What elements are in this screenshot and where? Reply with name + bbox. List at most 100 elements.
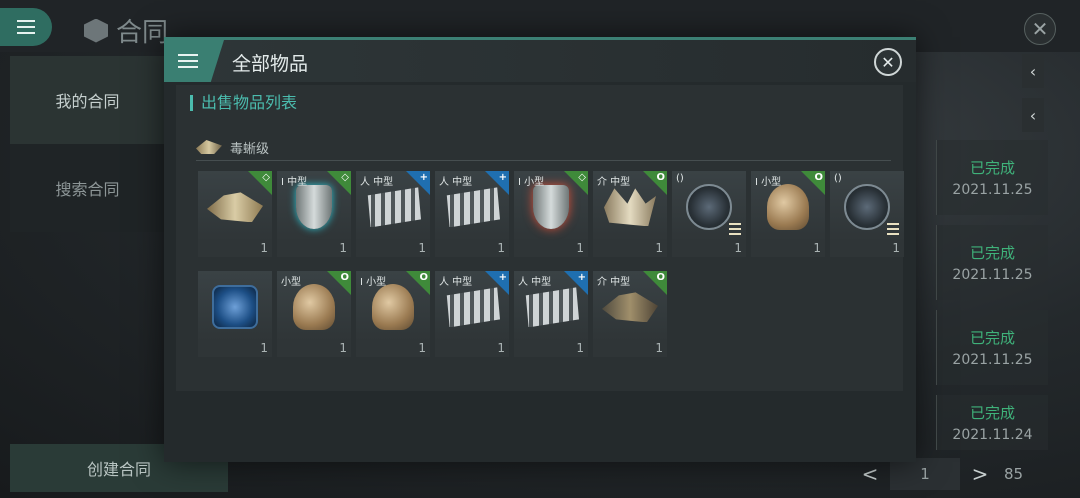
item-tile: 人 中型 + bbox=[435, 271, 509, 341]
item-size-tag: I 小型 bbox=[755, 177, 782, 188]
badge-symbol: O bbox=[656, 272, 665, 283]
item-slot[interactable]: 人 中型 +1 bbox=[356, 171, 430, 259]
next-page-button[interactable]: > bbox=[960, 462, 1000, 486]
dialog-menu-tab[interactable] bbox=[164, 40, 224, 82]
contract-status-4: 已完成 2021.11.24 bbox=[936, 395, 1048, 450]
badge-symbol: + bbox=[577, 272, 586, 283]
badge-symbol: + bbox=[498, 172, 507, 183]
item-quantity: 1 bbox=[198, 241, 272, 257]
badge-symbol: O bbox=[419, 272, 428, 283]
collapse-chevron-1[interactable]: ‹ bbox=[1022, 54, 1044, 88]
contract-status-1: 已完成 2021.11.25 bbox=[936, 140, 1048, 215]
dialog-title: 全部物品 bbox=[232, 53, 309, 75]
page-title: 合同 bbox=[84, 12, 168, 49]
item-size-tag: I 小型 bbox=[518, 177, 545, 188]
sidebar-item-search-contracts[interactable]: 搜索合同 bbox=[10, 144, 165, 232]
item-slot[interactable]: 人 中型 +1 bbox=[435, 271, 509, 359]
main-menu-button[interactable] bbox=[0, 8, 52, 46]
item-size-tag: I 中型 bbox=[281, 177, 308, 188]
item-tile: () bbox=[672, 171, 746, 241]
page-number-field[interactable]: 1 bbox=[890, 458, 960, 490]
ship-item-icon bbox=[207, 192, 263, 223]
item-quantity: 1 bbox=[356, 241, 430, 257]
drone-item-icon bbox=[844, 184, 890, 231]
sidebar-item-my-contracts[interactable]: 我的合同 bbox=[10, 56, 165, 144]
crystal-item-icon bbox=[212, 285, 258, 330]
item-quantity: 1 bbox=[198, 341, 272, 357]
page-total: 85 bbox=[1004, 465, 1024, 483]
item-size-tag: 人 中型 bbox=[518, 277, 552, 288]
item-size-tag: 人 中型 bbox=[439, 177, 473, 188]
item-slot[interactable]: 1 bbox=[198, 271, 272, 359]
item-tile: I 小型 O bbox=[356, 271, 430, 341]
ship-icon bbox=[196, 140, 222, 154]
badge-symbol: ◇ bbox=[578, 172, 586, 183]
item-slot[interactable]: () 1 bbox=[672, 171, 746, 259]
all-items-dialog: 全部物品 ✕ 出售物品列表 毒蜥级 ◇ 1 I 中型 ◇ 1 人 中型 +1 人 中型 +1 I … bbox=[164, 37, 916, 462]
drone-item-icon bbox=[686, 184, 732, 231]
badge-symbol: ◇ bbox=[262, 172, 270, 183]
item-size-tag: I 小型 bbox=[360, 277, 387, 288]
item-quantity: 1 bbox=[435, 241, 509, 257]
sidebar: 我的合同 搜索合同 bbox=[10, 56, 165, 454]
item-quantity: 1 bbox=[514, 341, 588, 357]
collapse-chevron-2[interactable]: ‹ bbox=[1022, 98, 1044, 132]
item-tile: I 小型 ◇ bbox=[514, 171, 588, 241]
item-quantity: 1 bbox=[672, 241, 746, 257]
item-slot[interactable]: 人 中型 +1 bbox=[435, 171, 509, 259]
contract-status-2: 已完成 2021.11.25 bbox=[936, 225, 1048, 300]
list-icon bbox=[178, 54, 198, 68]
stack-icon bbox=[887, 223, 899, 235]
item-tile: 人 中型 + bbox=[356, 171, 430, 241]
item-quantity: 1 bbox=[593, 341, 667, 357]
ship-class-row: 毒蜥级 bbox=[196, 134, 891, 161]
dialog-header: 全部物品 ✕ bbox=[164, 40, 916, 82]
menu-icon bbox=[17, 20, 35, 34]
item-tile: 介 中型 O bbox=[593, 271, 667, 341]
page-close-button[interactable]: ✕ bbox=[1024, 13, 1056, 45]
item-slot[interactable]: 人 中型 +1 bbox=[514, 271, 588, 359]
item-slot[interactable]: I 小型 O 1 bbox=[356, 271, 430, 359]
item-slot[interactable]: () 1 bbox=[830, 171, 904, 259]
item-tile: () bbox=[830, 171, 904, 241]
item-quantity: 1 bbox=[277, 241, 351, 257]
item-slot[interactable]: I 小型 O 1 bbox=[751, 171, 825, 259]
item-quantity: 1 bbox=[356, 341, 430, 357]
item-size-tag: 介 中型 bbox=[597, 277, 631, 288]
item-size-tag: 人 中型 bbox=[439, 277, 473, 288]
item-tile: 小型 O bbox=[277, 271, 351, 341]
item-quantity: 1 bbox=[593, 241, 667, 257]
item-quantity: 1 bbox=[830, 241, 904, 257]
item-slot[interactable]: 介 中型 O 1 bbox=[593, 171, 667, 259]
contract-status-3: 已完成 2021.11.25 bbox=[936, 310, 1048, 385]
item-tile: I 中型 ◇ bbox=[277, 171, 351, 241]
item-tile bbox=[198, 271, 272, 341]
item-tile: 人 中型 + bbox=[435, 171, 509, 241]
ship-class-label: 毒蜥级 bbox=[230, 141, 270, 157]
item-slot[interactable]: ◇ 1 bbox=[198, 171, 272, 259]
badge-symbol: ◇ bbox=[341, 172, 349, 183]
section-title: 出售物品列表 bbox=[190, 95, 297, 111]
item-quantity: 1 bbox=[435, 341, 509, 357]
badge-symbol: O bbox=[656, 172, 665, 183]
item-slot[interactable]: 介 中型 O 1 bbox=[593, 271, 667, 359]
contract-icon bbox=[84, 18, 108, 43]
prev-page-button[interactable]: < bbox=[850, 462, 890, 486]
badge-symbol: O bbox=[814, 172, 823, 183]
badge-symbol: + bbox=[419, 172, 428, 183]
stack-icon bbox=[729, 223, 741, 235]
item-slot[interactable]: I 小型 ◇ 1 bbox=[514, 171, 588, 259]
item-size-tag: 小型 bbox=[281, 277, 301, 288]
item-size-tag: 人 中型 bbox=[360, 177, 394, 188]
item-size-tag: () bbox=[834, 173, 842, 184]
item-quantity: 1 bbox=[277, 341, 351, 357]
items-panel: 出售物品列表 毒蜥级 ◇ 1 I 中型 ◇ 1 人 中型 +1 人 中型 +1 I 小型 ◇ 1 介 中… bbox=[176, 85, 904, 391]
item-size-tag: () bbox=[676, 173, 684, 184]
item-tile: ◇ bbox=[198, 171, 272, 241]
item-slot[interactable]: I 中型 ◇ 1 bbox=[277, 171, 351, 259]
item-tile: 人 中型 + bbox=[514, 271, 588, 341]
item-quantity: 1 bbox=[514, 241, 588, 257]
item-tile: I 小型 O bbox=[751, 171, 825, 241]
item-slot[interactable]: 小型 O 1 bbox=[277, 271, 351, 359]
dialog-close-button[interactable]: ✕ bbox=[874, 48, 902, 76]
